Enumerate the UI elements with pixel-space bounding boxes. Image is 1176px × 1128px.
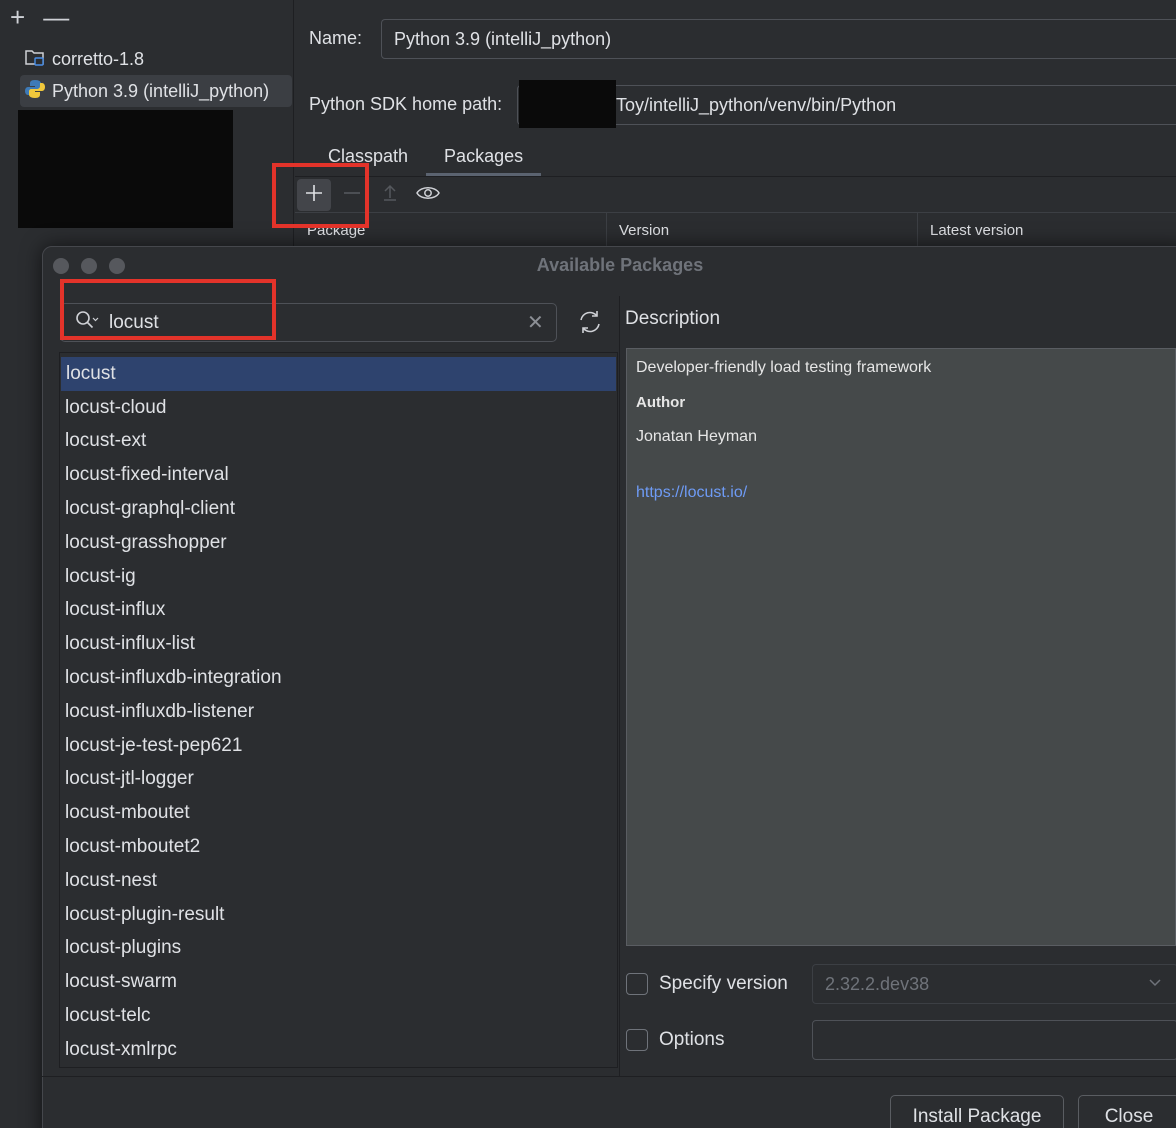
highlight-box-search	[60, 279, 276, 340]
package-list-item[interactable]: locust-influx	[60, 594, 617, 628]
sdk-home-path-value: Toy/intelliJ_python/venv/bin/Python	[616, 94, 897, 115]
description-panel: Developer-friendly load testing framewor…	[626, 348, 1176, 946]
sdk-item-corretto[interactable]: corretto-1.8	[20, 43, 290, 75]
package-list-item[interactable]: locust-plugin-result	[60, 898, 617, 932]
refresh-icon	[575, 311, 605, 341]
remove-sdk-button[interactable]: —	[43, 4, 69, 30]
dialog-title: Available Packages	[536, 255, 704, 275]
package-list-item[interactable]: locust-ig	[60, 560, 617, 594]
package-list-item[interactable]: locust-influxdb-listener	[60, 695, 617, 729]
name-value: Python 3.9 (intelliJ_python)	[394, 28, 612, 49]
version-select-value: 2.32.2.dev38	[825, 973, 930, 994]
package-list-item[interactable]: locust-fixed-interval	[60, 458, 617, 492]
close-dialog-button[interactable]: Close	[1078, 1095, 1176, 1128]
name-label: Name:	[309, 28, 363, 48]
upgrade-package-button[interactable]	[373, 179, 407, 211]
split-divider[interactable]	[619, 296, 620, 1076]
sdk-item-python[interactable]: Python 3.9 (intelliJ_python)	[20, 75, 292, 107]
add-sdk-button[interactable]: +	[10, 4, 25, 30]
homepage-link[interactable]: https://locust.io/	[636, 484, 1166, 502]
package-list-item[interactable]: locust-grasshopper	[60, 526, 617, 560]
package-list-item[interactable]: locust-ext	[60, 425, 617, 459]
sdk-item-label: corretto-1.8	[52, 48, 145, 69]
sdk-home-path-label: Python SDK home path:	[309, 94, 503, 114]
reload-list-button[interactable]	[575, 307, 605, 342]
package-list-item[interactable]: locust-graphql-client	[60, 492, 617, 526]
package-list-item[interactable]: locust-mboutet	[60, 796, 617, 830]
package-list-item[interactable]: locust-cloud	[60, 391, 617, 425]
package-list-item[interactable]: locust-je-test-pep621	[60, 729, 617, 763]
folder-icon	[24, 47, 46, 72]
tab-packages[interactable]: Packages	[426, 140, 542, 176]
package-list[interactable]: locust locust-cloud locust-ext locust-fixed…	[59, 352, 618, 1068]
options-checkbox[interactable]	[626, 1029, 648, 1051]
options-field[interactable]	[812, 1020, 1176, 1060]
show-early-releases-button[interactable]	[411, 179, 445, 211]
dialog-footer-divider	[42, 1076, 1176, 1077]
eye-icon	[416, 183, 440, 208]
description-text: Developer-friendly load testing framewor…	[636, 359, 932, 376]
package-list-item[interactable]: locust-xmlrpc	[60, 1033, 617, 1067]
package-list-item[interactable]: locust-jtl-logger	[60, 763, 617, 797]
package-list-item[interactable]: locust-influx-list	[60, 627, 617, 661]
column-latest-version[interactable]: Latest version	[918, 213, 1176, 246]
redacted-area	[18, 110, 233, 228]
chevron-down-icon[interactable]	[1147, 974, 1163, 995]
sdk-toolbar: + —	[10, 4, 90, 30]
sdk-item-label: Python 3.9 (intelliJ_python)	[52, 80, 270, 101]
version-select[interactable]: 2.32.2.dev38	[812, 964, 1176, 1004]
specify-version-checkbox[interactable]	[626, 973, 648, 995]
redacted-area	[519, 80, 616, 128]
package-list-item[interactable]: locust-influxdb-integration	[60, 661, 617, 695]
tabs-divider	[295, 176, 1176, 177]
package-list-item[interactable]: locust-telc	[60, 999, 617, 1033]
author-label: Author	[636, 394, 686, 411]
name-field[interactable]: Python 3.9 (intelliJ_python)	[381, 19, 1176, 59]
highlight-box-add-button	[272, 163, 369, 228]
arrow-up-icon	[380, 183, 400, 208]
column-version[interactable]: Version	[607, 213, 918, 246]
description-label: Description	[625, 308, 721, 329]
specify-version-label[interactable]: Specify version	[659, 973, 788, 995]
clear-search-icon[interactable]: ✕	[527, 310, 544, 335]
author-name: Jonatan Heyman	[636, 428, 757, 445]
package-list-item-selected[interactable]: locust	[61, 357, 616, 391]
install-package-dialog-button[interactable]: Install Package	[890, 1095, 1064, 1128]
package-list-item[interactable]: locust-swarm	[60, 965, 617, 999]
package-list-item[interactable]: locust-nest	[60, 864, 617, 898]
options-label[interactable]: Options	[659, 1029, 724, 1051]
packages-table-header: Package Version Latest version	[295, 212, 1176, 246]
python-icon	[24, 78, 46, 105]
package-list-item[interactable]: locust-plugins	[60, 932, 617, 966]
package-list-item[interactable]: locust-mboutet2	[60, 830, 617, 864]
